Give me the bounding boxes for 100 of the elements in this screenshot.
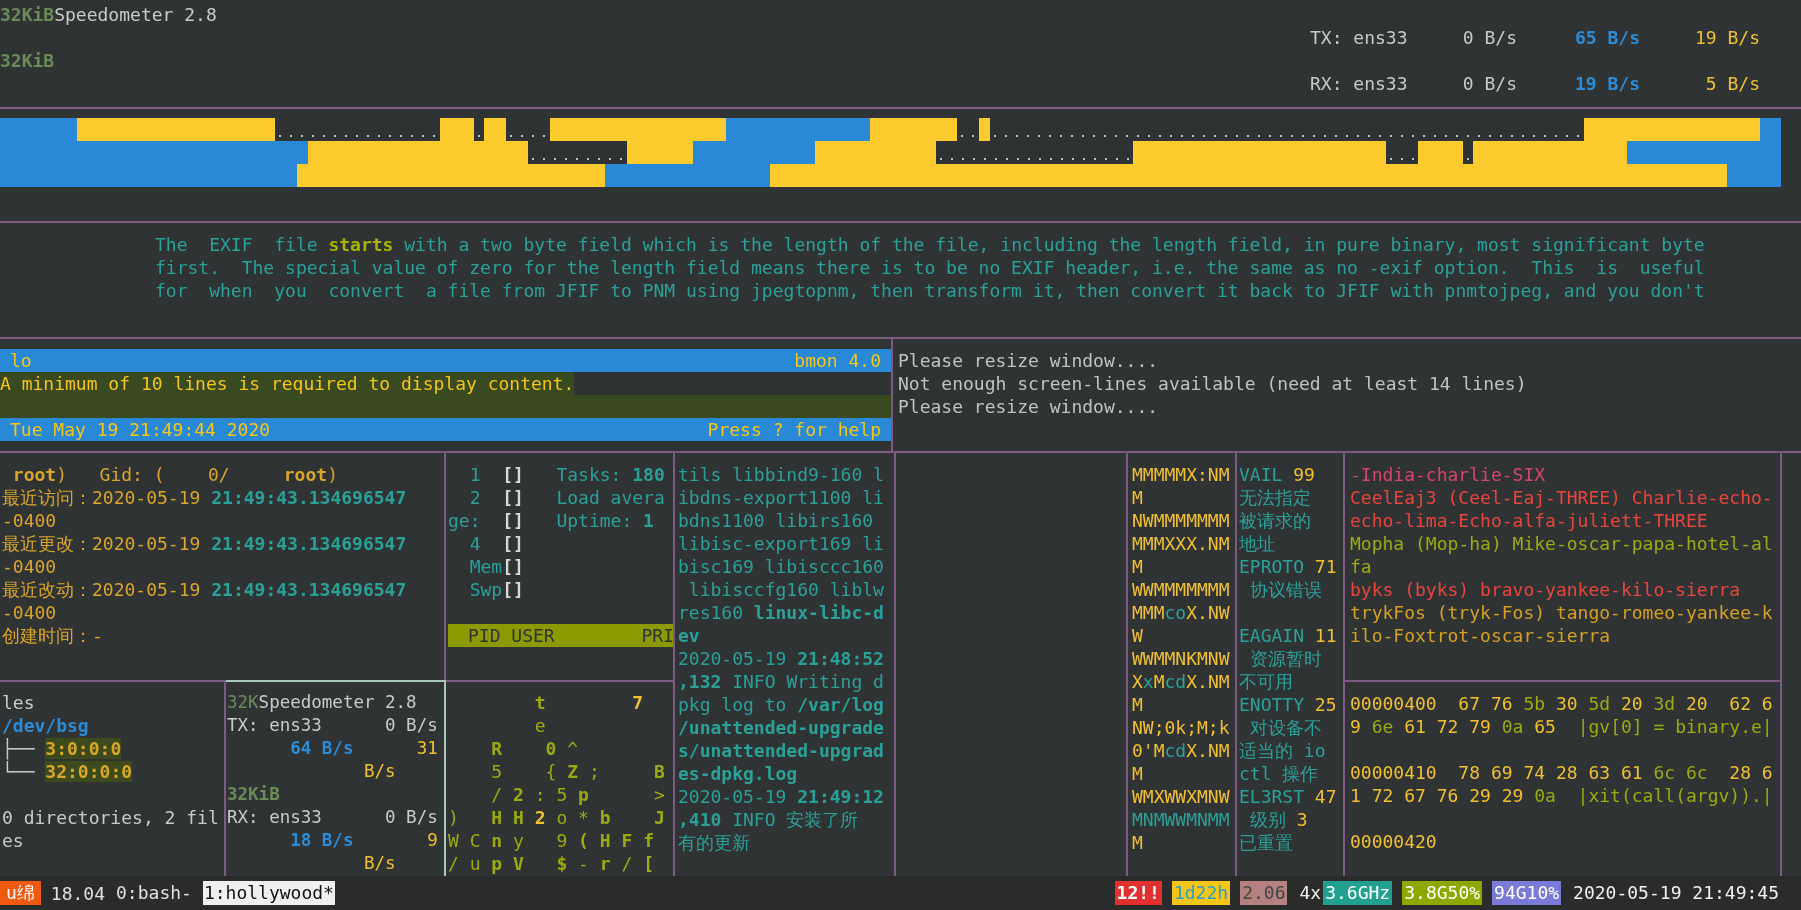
meter-line: [] xyxy=(502,464,524,485)
hex-line: 20 62 6 xyxy=(1685,693,1773,714)
speed-line: Speedometer 2.8 xyxy=(258,692,417,712)
errno-line: 协议错误 xyxy=(1248,578,1323,601)
errno-line: EL3RST xyxy=(1239,786,1306,807)
hex-line: 00000410 78 69 74 28 63 61 xyxy=(1350,762,1644,783)
errno-line: VAIL xyxy=(1239,464,1284,485)
matrix-line: M xyxy=(1153,671,1165,692)
stat-line: 最近更改：2020-05-19 xyxy=(2,533,202,554)
rate-value: 5 B/s xyxy=(1704,72,1760,95)
log-line: 2020-05-19 21:49:12 xyxy=(678,785,885,808)
tree-line: └── xyxy=(2,761,36,782)
meter-line: 1 xyxy=(468,464,482,485)
window-tab[interactable]: 1:hollywood* xyxy=(202,881,335,905)
stat-line: 最近访问：2020-05-19 xyxy=(2,487,202,508)
matrix-line: NW;0k;M;k xyxy=(1132,716,1231,739)
matrix-line: cd xyxy=(1164,671,1187,692)
notice-line: Please resize window.... xyxy=(898,349,1160,372)
callsign-line: fa xyxy=(1350,556,1372,577)
errno-line: ctl 操作 xyxy=(1239,762,1320,785)
callsign-line: echo-lima-Echo-alfa-juliett-THREE xyxy=(1350,510,1708,531)
errno-line: 被请求的 xyxy=(1239,509,1312,532)
errno-line: EPROTO xyxy=(1239,556,1306,577)
notice-line: Please resize window.... xyxy=(898,395,1160,418)
errno-line: 资源暂时 xyxy=(1248,647,1323,670)
hex-line: 6c 6c xyxy=(1653,762,1708,783)
log-line: 有的更新 xyxy=(678,831,751,854)
matrix-line: M xyxy=(1132,693,1144,716)
log-line: 2020-05-19 21:48:52 xyxy=(678,647,885,670)
meter-line: [] xyxy=(502,533,524,554)
matrix-line: WWMMMMMMM xyxy=(1132,578,1231,601)
status-indicator: 4x xyxy=(1298,881,1323,905)
meter-line: [] xyxy=(502,510,524,531)
status-indicator: 94G10% xyxy=(1492,881,1562,905)
interface-name: lo xyxy=(10,349,32,372)
matrix-line: WWMMNKMNW xyxy=(1132,647,1231,670)
log-line: libisccfg160 liblw xyxy=(687,578,885,601)
hex-line: |xit(call(argv)).| xyxy=(1576,785,1773,806)
callsign-line: trykFos (tryk-Fos) tango-romeo-yankee-k xyxy=(1350,602,1773,623)
errno-line: EAGAIN xyxy=(1239,625,1306,646)
window-tab[interactable]: 0:bash- xyxy=(115,881,193,905)
glyph-line: / 2 : 5 p > xyxy=(490,783,666,806)
hex-line: 20 xyxy=(1619,693,1644,714)
hex-line: 61 72 79 xyxy=(1403,716,1492,737)
glyph-line: t xyxy=(533,692,546,713)
hex-line: 6e xyxy=(1371,716,1394,737)
rate-value: 0 B/s xyxy=(1461,26,1517,49)
glyph-line: W C n y 9 ( H F f xyxy=(448,829,655,852)
stat-line: 创建时间：- xyxy=(2,624,104,647)
status-indicator: 3.6GHz xyxy=(1323,881,1393,905)
log-line: ,410 INFO 安装了所 xyxy=(678,808,860,831)
matrix-line: M xyxy=(1132,555,1144,578)
stat-line: -0400 xyxy=(2,509,58,532)
log-line: s/unattended-upgrad xyxy=(678,739,885,762)
hex-line: 30 xyxy=(1554,693,1579,714)
glyph-line: * xyxy=(578,807,589,828)
errno-line: 地址 xyxy=(1239,532,1276,555)
log-line: res160 linux-libc-d xyxy=(678,601,885,624)
glyph-line: 7 xyxy=(631,692,644,713)
tree-line: 0 directories, 2 fil xyxy=(2,806,220,829)
log-line: ibdns-export1100 li xyxy=(678,486,885,509)
hex-line: 3d xyxy=(1653,693,1676,714)
errno-line: 25 xyxy=(1314,694,1337,715)
glyph-line: 2 xyxy=(533,807,546,828)
status-indicator: 12!! xyxy=(1114,881,1162,905)
speed-line: 18 B/s xyxy=(289,830,354,850)
matrix-line: X.NW xyxy=(1186,602,1230,623)
log-line: bdns1100 libirs160 xyxy=(678,509,875,532)
man-page-line: for when you convert a file from JFIF to PNM using jpegtopnm, then transform it, then convert it back to JFIF with pnmtojpeg, and you don't xyxy=(155,279,1706,302)
tree-line: ├── xyxy=(2,738,36,759)
rate-value: 19 B/s xyxy=(1573,72,1640,95)
man-page-line: starts xyxy=(328,234,394,255)
callsign-line: Mopha (Mop-ha) Mike-oscar-papa-hotel-al xyxy=(1350,533,1773,554)
help-hint: Press ? for help xyxy=(707,418,881,441)
hex-line: 00000420 xyxy=(1350,830,1438,853)
hex-line: 9 xyxy=(1350,716,1362,737)
process-header: PID USER PRI xyxy=(448,624,673,647)
errno-line: 99 xyxy=(1293,464,1315,485)
glyph-line: 5 { Z ; B xyxy=(490,760,666,783)
meter-line: Swp xyxy=(468,579,503,600)
callsign-line: -India-charlie-SIX xyxy=(1350,464,1546,485)
errno-line: 3 xyxy=(1296,809,1308,830)
matrix-line: 0'M xyxy=(1132,740,1165,761)
status-indicator: 2.06 xyxy=(1240,881,1288,905)
stat-line: 21:49:43.134696547 xyxy=(211,579,407,600)
meter-line: 2 xyxy=(468,487,482,508)
log-line: libisc-export169 li xyxy=(678,532,885,555)
meter-line: 4 xyxy=(468,533,482,554)
status-indicator: 2020-05-19 21:49:45 xyxy=(1572,881,1780,905)
meter-line: Tasks: 180 xyxy=(555,464,665,485)
interface-label: TX: ens33 xyxy=(1310,26,1409,49)
log-line: /unattended-upgrade xyxy=(678,716,885,739)
matrix-line: M xyxy=(1132,486,1144,509)
meter-line: Load avera xyxy=(555,487,665,508)
stat-line: -0400 xyxy=(2,555,58,578)
man-page-line: with a two byte field which is the length of the file, including the length field, in pure binary, most significant byte xyxy=(403,234,1705,255)
glyph-line: R 0 ^ xyxy=(490,737,580,760)
callsign-line: CeelEaj3 (Ceel-Eaj-THREE) Charlie-echo- xyxy=(1350,487,1773,508)
warning-message: A minimum of 10 lines is required to display content. xyxy=(0,372,575,395)
meter-line: [] xyxy=(502,487,524,508)
